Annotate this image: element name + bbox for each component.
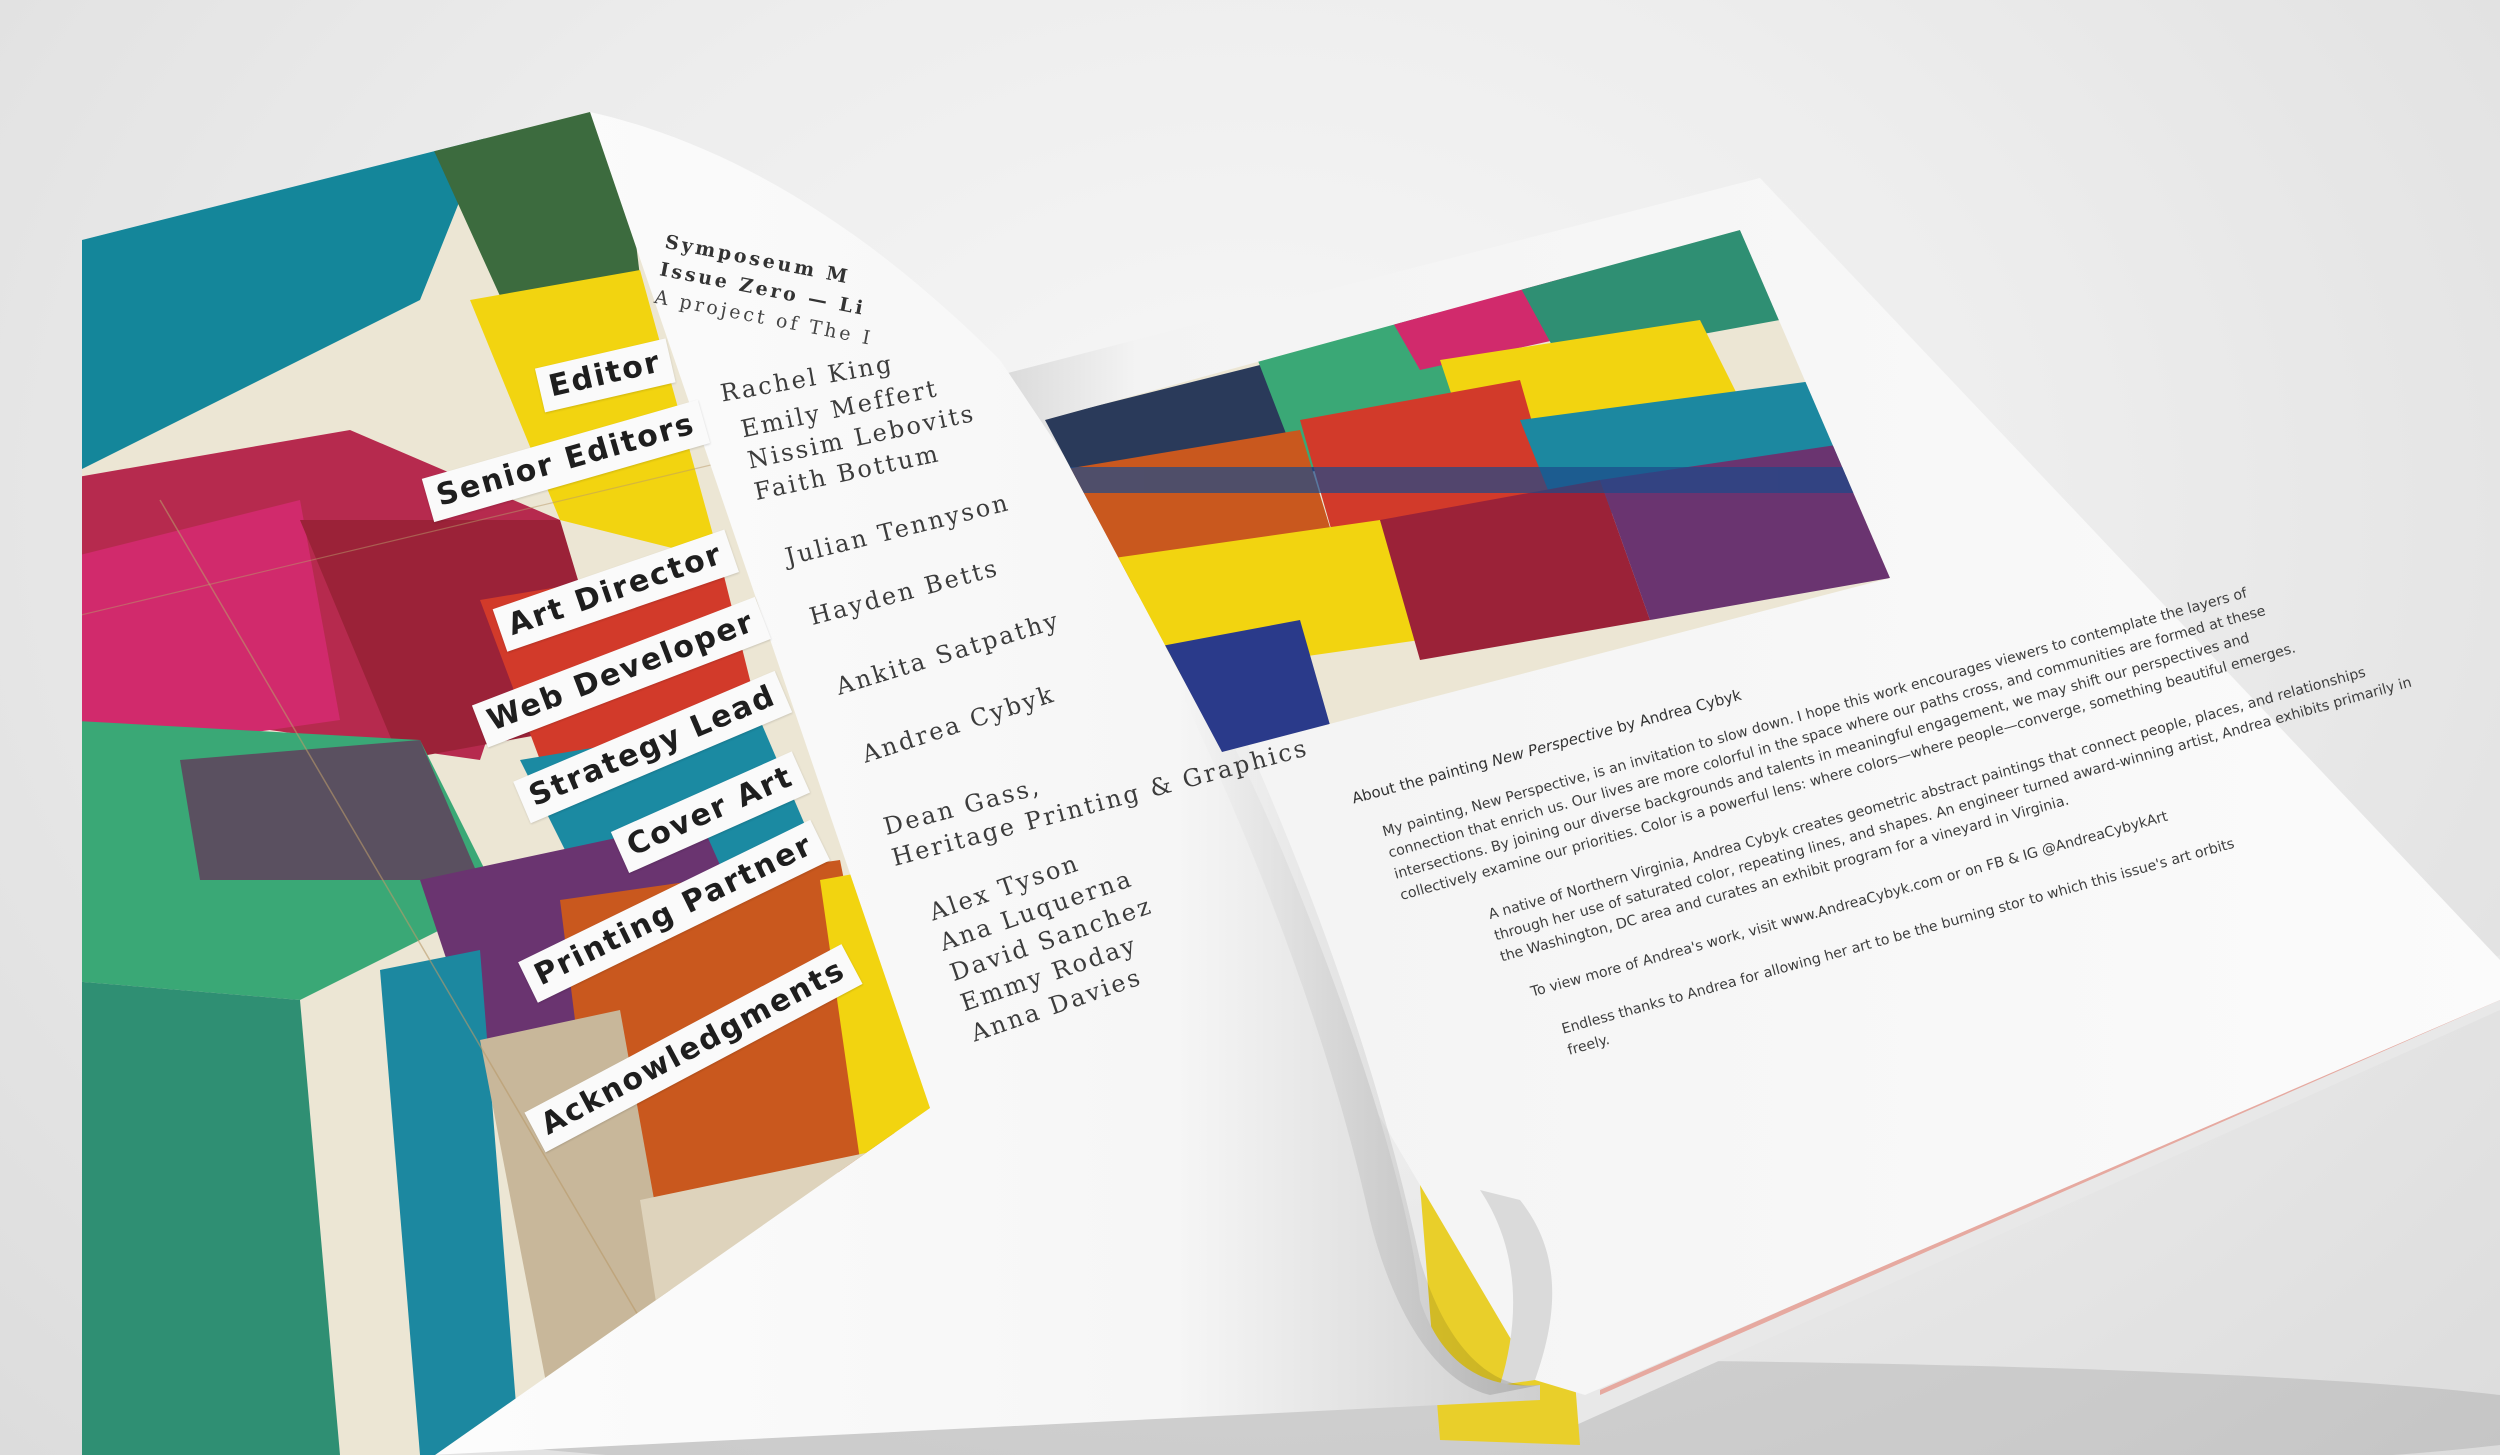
photo-scene: Symposeum M Issue Zero — Li A project of…: [0, 0, 2500, 1455]
